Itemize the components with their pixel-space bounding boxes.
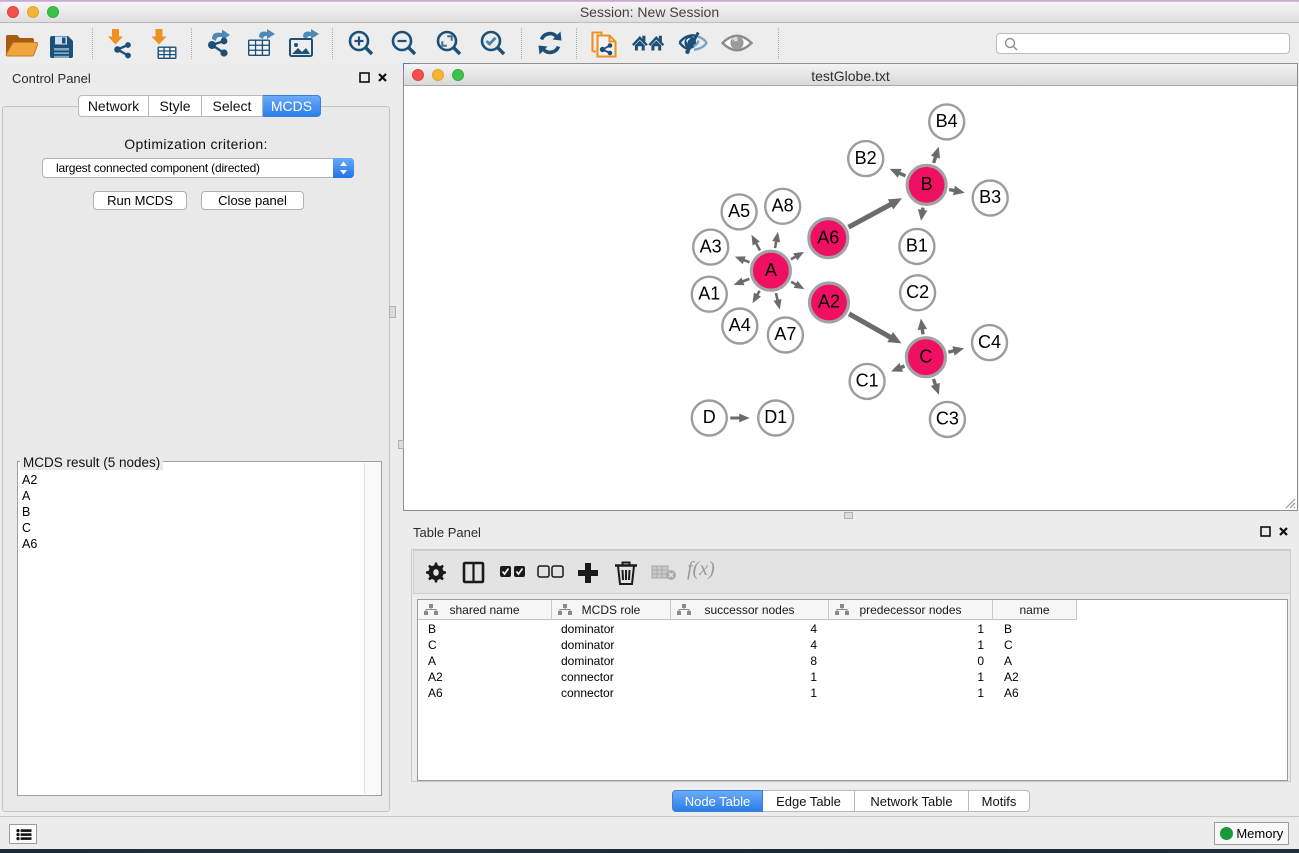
svg-text:A8: A8 <box>772 196 794 216</box>
svg-text:D1: D1 <box>764 407 787 427</box>
svg-text:B4: B4 <box>936 111 958 131</box>
svg-text:A: A <box>765 260 777 280</box>
svg-text:D: D <box>703 407 716 427</box>
svg-text:A5: A5 <box>728 201 750 221</box>
svg-text:B3: B3 <box>979 187 1001 207</box>
svg-text:C1: C1 <box>856 371 879 391</box>
svg-text:B: B <box>921 174 933 194</box>
svg-text:C: C <box>919 346 932 366</box>
svg-text:C3: C3 <box>936 409 959 429</box>
svg-text:A6: A6 <box>817 227 839 247</box>
svg-text:A4: A4 <box>729 315 751 335</box>
svg-text:C4: C4 <box>978 332 1001 352</box>
svg-text:B1: B1 <box>906 236 928 256</box>
svg-text:A3: A3 <box>700 236 722 256</box>
svg-text:C2: C2 <box>906 282 929 302</box>
svg-text:A1: A1 <box>698 283 720 303</box>
svg-text:B2: B2 <box>855 148 877 168</box>
svg-text:A7: A7 <box>774 324 796 344</box>
svg-text:A2: A2 <box>818 292 840 312</box>
